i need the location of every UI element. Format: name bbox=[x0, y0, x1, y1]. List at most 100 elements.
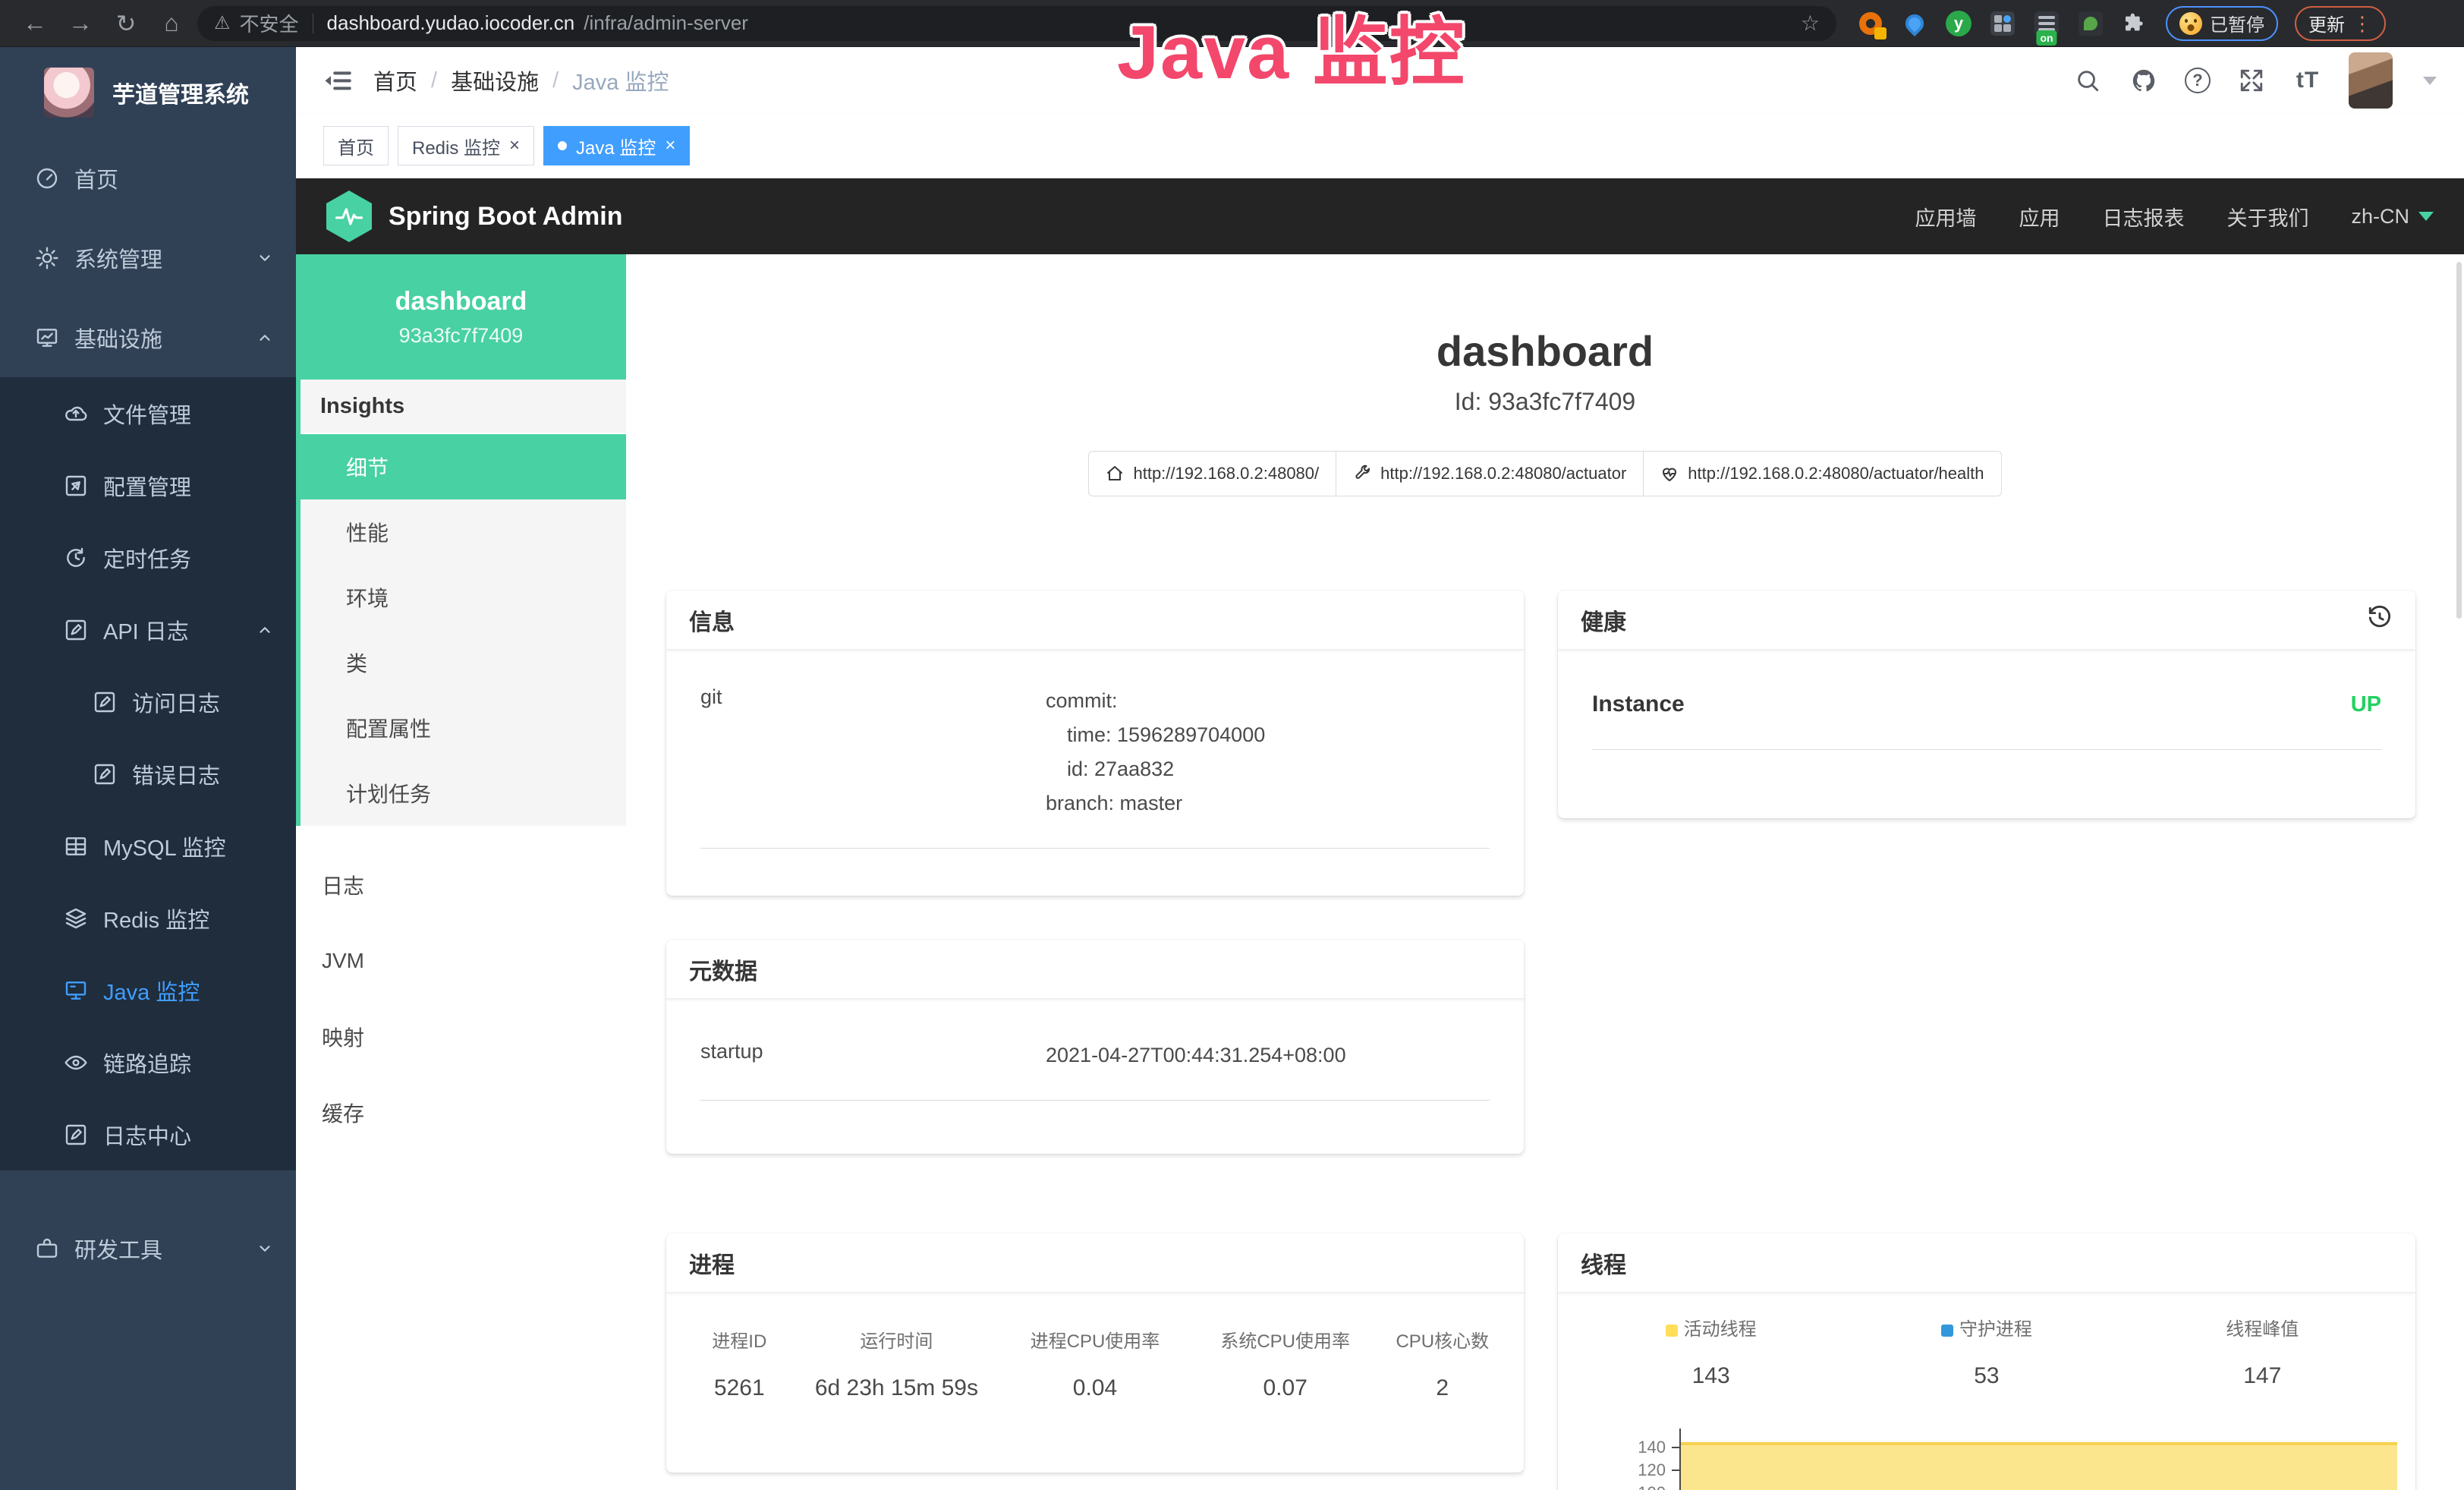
sba-language-select[interactable]: zh-CN bbox=[2351, 205, 2434, 228]
close-icon[interactable]: × bbox=[665, 137, 675, 155]
avatar-caret-icon[interactable] bbox=[2423, 77, 2437, 85]
sba-nav-journal[interactable]: 日志报表 bbox=[2102, 202, 2184, 232]
card-title: 进程 bbox=[689, 1246, 735, 1280]
active-dot-icon bbox=[558, 141, 567, 150]
sidebar-item-error-log[interactable]: 错误日志 bbox=[0, 738, 296, 810]
sidebar-item-scheduled-jobs[interactable]: 定时任务 bbox=[0, 521, 296, 594]
sidebar-item-system-mgmt[interactable]: 系统管理 bbox=[0, 218, 296, 298]
app-logo-row[interactable]: 芋道管理系统 bbox=[0, 47, 296, 138]
sba-logo-icon[interactable] bbox=[326, 191, 372, 242]
tab-java-monitor[interactable]: Java 监控 × bbox=[543, 126, 690, 165]
security-label[interactable]: 不安全 bbox=[240, 9, 299, 37]
text-size-icon[interactable]: tT bbox=[2292, 65, 2323, 96]
sba-main-content: dashboard Id: 93a3fc7f7409 http://192.16… bbox=[626, 254, 2464, 1490]
search-icon[interactable] bbox=[2072, 65, 2103, 96]
sba-item-mappings[interactable]: 映射 bbox=[296, 999, 626, 1075]
extension-pin-icon[interactable] bbox=[1900, 9, 1929, 38]
process-stat-system-cpu: 系统CPU使用率 0.07 bbox=[1194, 1326, 1377, 1401]
sidebar-item-api-log[interactable]: API 日志 bbox=[0, 594, 296, 666]
paused-label: 已暂停 bbox=[2210, 10, 2264, 36]
breadcrumb-home[interactable]: 首页 bbox=[373, 65, 417, 96]
threads-stat-peak: 线程峰值 147 bbox=[2125, 1314, 2400, 1389]
url-path: /infra/admin-server bbox=[584, 11, 748, 35]
instance-id: Id: 93a3fc7f7409 bbox=[626, 388, 2464, 416]
fullscreen-icon[interactable] bbox=[2236, 65, 2267, 96]
info-key: git bbox=[700, 684, 1046, 821]
home-icon[interactable]: ⌂ bbox=[152, 6, 191, 41]
card-title: 线程 bbox=[1581, 1246, 1626, 1280]
stat-label: 守护进程 bbox=[1849, 1314, 2124, 1340]
sidebar-item-log-center[interactable]: 日志中心 bbox=[0, 1098, 296, 1170]
sba-item-scheduled-tasks[interactable]: 计划任务 bbox=[301, 761, 626, 826]
stat-value: 2 bbox=[1377, 1375, 1509, 1401]
sba-app-name: dashboard bbox=[395, 287, 527, 317]
stat-value: 53 bbox=[1849, 1363, 2124, 1389]
forward-icon[interactable]: → bbox=[61, 6, 100, 41]
instance-health-link[interactable]: http://192.168.0.2:48080/actuator/health bbox=[1644, 451, 2001, 496]
browser-update-button[interactable]: 更新 ⋮ bbox=[2295, 6, 2386, 41]
github-icon[interactable] bbox=[2129, 65, 2159, 96]
sidebar-item-label: 链路追踪 bbox=[103, 1047, 191, 1079]
extension-grid-icon[interactable] bbox=[1988, 9, 2017, 38]
card-process: 进程 进程ID 5261 运行时间 6d 23h 15m 59s 进程CPU使用… bbox=[666, 1233, 1524, 1473]
extensions-puzzle-icon[interactable] bbox=[2120, 9, 2149, 38]
extension-donut-icon[interactable] bbox=[1856, 9, 1885, 38]
extension-switch-icon[interactable]: on bbox=[2032, 9, 2061, 38]
sidebar-item-dev-tools[interactable]: 研发工具 bbox=[0, 1208, 296, 1288]
user-avatar[interactable] bbox=[2349, 52, 2393, 109]
sba-item-config-props[interactable]: 配置属性 bbox=[301, 695, 626, 761]
sba-nav-wallboard[interactable]: 应用墙 bbox=[1915, 202, 1976, 232]
instance-home-link[interactable]: http://192.168.0.2:48080/ bbox=[1088, 451, 1336, 496]
sidebar-item-file-mgmt[interactable]: 文件管理 bbox=[0, 377, 296, 449]
sba-nav-applications[interactable]: 应用 bbox=[2019, 202, 2060, 232]
app-title: 芋道管理系统 bbox=[112, 76, 249, 109]
bookmark-star-icon[interactable]: ☆ bbox=[1801, 11, 1820, 36]
sidebar-item-mysql-monitor[interactable]: MySQL 监控 bbox=[0, 810, 296, 882]
back-icon[interactable]: ← bbox=[15, 6, 55, 41]
tab-home[interactable]: 首页 bbox=[323, 126, 389, 165]
sba-item-classes[interactable]: 类 bbox=[301, 630, 626, 695]
close-icon[interactable]: × bbox=[509, 137, 520, 155]
extension-leaf-icon[interactable] bbox=[2076, 9, 2105, 38]
sidebar-item-config-mgmt[interactable]: 配置管理 bbox=[0, 449, 296, 521]
health-row-instance[interactable]: Instance UP bbox=[1592, 650, 2381, 750]
admin-sidebar: 芋道管理系统 首页 系统管理 基础设施 文件管理 配置管理 bbox=[0, 47, 296, 1490]
sidebar-item-tracing[interactable]: 链路追踪 bbox=[0, 1026, 296, 1098]
scrollbar-thumb[interactable] bbox=[2456, 262, 2462, 619]
sba-app-header[interactable]: dashboard 93a3fc7f7409 bbox=[296, 254, 626, 380]
health-label: Instance bbox=[1592, 691, 1685, 717]
reload-icon[interactable]: ↻ bbox=[106, 6, 146, 41]
sba-item-logs[interactable]: 日志 bbox=[296, 847, 626, 923]
sidebar-item-home[interactable]: 首页 bbox=[0, 138, 296, 218]
extension-green-circle-icon[interactable]: y bbox=[1944, 9, 1973, 38]
sidebar-item-label: 访问日志 bbox=[132, 686, 220, 718]
breadcrumb-infrastructure[interactable]: 基础设施 bbox=[451, 65, 539, 96]
sba-item-details[interactable]: 细节 bbox=[301, 434, 626, 499]
sba-item-jvm[interactable]: JVM bbox=[296, 923, 626, 999]
history-icon[interactable] bbox=[2367, 605, 2393, 635]
sba-nav-about[interactable]: 关于我们 bbox=[2226, 202, 2308, 232]
sidebar-item-infrastructure[interactable]: 基础设施 bbox=[0, 298, 296, 377]
security-warning-icon[interactable]: ⚠ bbox=[214, 12, 231, 34]
tab-redis-monitor[interactable]: Redis 监控 × bbox=[398, 126, 534, 165]
card-threads-header: 线程 bbox=[1558, 1233, 2415, 1293]
tags-view-bar: 首页 Redis 监控 × Java 监控 × bbox=[296, 114, 2464, 178]
chevron-down-icon bbox=[2418, 212, 2434, 221]
breadcrumb-separator: / bbox=[552, 68, 559, 93]
sba-item-metrics[interactable]: 性能 bbox=[301, 499, 626, 565]
sidebar-item-redis-monitor[interactable]: Redis 监控 bbox=[0, 882, 296, 954]
url-bar[interactable]: ⚠ 不安全 dashboard.yudao.iocoder.cn/infra/a… bbox=[197, 6, 1836, 41]
info-line: time: 1596289704000 bbox=[1046, 718, 1265, 752]
sba-brand[interactable]: Spring Boot Admin bbox=[389, 202, 622, 232]
sidebar-item-java-monitor[interactable]: Java 监控 bbox=[0, 954, 296, 1026]
tick-mark bbox=[1672, 1447, 1679, 1448]
edit-icon bbox=[64, 474, 88, 498]
sidebar-fold-icon[interactable] bbox=[323, 65, 354, 96]
help-icon[interactable]: ? bbox=[2185, 68, 2211, 93]
sba-item-environment[interactable]: 环境 bbox=[301, 565, 626, 630]
sidebar-item-access-log[interactable]: 访问日志 bbox=[0, 666, 296, 738]
instance-actuator-link[interactable]: http://192.168.0.2:48080/actuator bbox=[1336, 451, 1644, 496]
profile-paused-chip[interactable]: 已暂停 bbox=[2166, 6, 2278, 41]
sba-item-caches[interactable]: 缓存 bbox=[296, 1075, 626, 1151]
browser-menu-icon[interactable]: ⋮ bbox=[2352, 14, 2372, 33]
